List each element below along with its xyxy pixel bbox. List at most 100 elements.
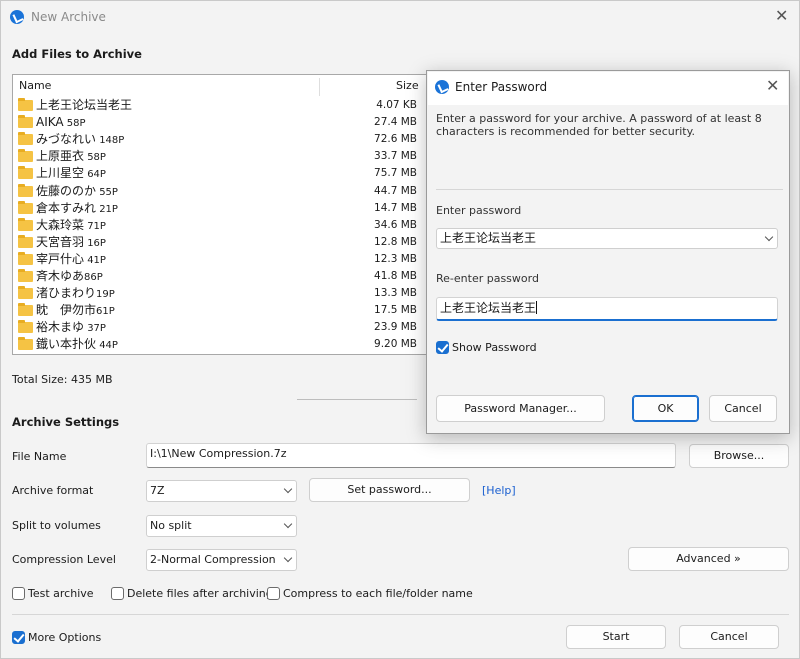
file-name-count: 55P <box>96 186 118 198</box>
folder-icon <box>18 269 33 282</box>
reenter-password-value: 上老王论坛当老王 <box>440 301 537 315</box>
file-size: 17.5 MB <box>374 304 417 317</box>
set-password-button[interactable]: Set password... <box>309 478 470 502</box>
show-password-checkbox[interactable] <box>436 341 449 354</box>
dialog-divider <box>436 189 783 190</box>
folder-icon <box>18 286 33 300</box>
file-name: AIKA 58P <box>36 114 86 132</box>
delete-files-checkbox[interactable] <box>111 587 124 600</box>
file-name-main: 眈 伊勿市 <box>36 303 97 318</box>
column-separator[interactable] <box>319 78 320 96</box>
file-name-count: 58P <box>63 118 86 130</box>
file-name-main: 鐡い本扑伙 <box>36 337 97 352</box>
advanced-button[interactable]: Advanced » <box>628 547 789 571</box>
reenter-password-label: Re-enter password <box>436 272 539 285</box>
compression-level-select[interactable]: 2-Normal Compression <box>146 549 297 571</box>
compress-each-checkbox[interactable] <box>267 587 280 600</box>
list-item[interactable]: 倉本すみれ 21P 14.7 MB <box>13 200 431 217</box>
start-button[interactable]: Start <box>566 625 666 649</box>
file-name-main: 宰戸什心 <box>36 251 85 266</box>
help-link[interactable]: [Help] <box>482 484 516 497</box>
file-name: 渚ひまわり19P <box>36 285 115 303</box>
file-size: 4.07 KB <box>376 99 417 111</box>
file-name-main: みづなれい <box>36 132 97 147</box>
list-item[interactable]: 宰戸什心 41P 12.3 MB <box>13 251 431 269</box>
file-name-main: AIKA <box>36 115 64 130</box>
folder-icon <box>18 132 33 146</box>
list-item[interactable]: 裕木まゆ 37P 23.9 MB <box>13 319 431 337</box>
file-size: 14.7 MB <box>374 201 417 214</box>
chevron-down-icon <box>283 519 293 529</box>
folder-icon <box>18 217 33 231</box>
archive-format-value: 7Z <box>150 484 165 497</box>
file-name: 宰戸什心 41P <box>36 251 106 269</box>
list-item[interactable]: 天宮音羽 16P 12.8 MB <box>13 234 431 251</box>
list-item[interactable]: 佐藤ののか 55P 44.7 MB <box>13 183 431 200</box>
compress-each-label[interactable]: Compress to each file/folder name <box>283 587 473 600</box>
file-name-count: 44P <box>96 340 118 352</box>
archive-format-select[interactable]: 7Z <box>146 480 297 502</box>
file-name-count: 71P <box>84 220 106 232</box>
column-header-size[interactable]: Size <box>396 75 419 97</box>
list-item[interactable]: 上老王论坛当老王 4.07 KB <box>13 97 431 114</box>
ok-button[interactable]: OK <box>632 395 699 422</box>
test-archive-checkbox[interactable] <box>12 587 25 600</box>
file-name-count: 37P <box>84 323 106 335</box>
list-item[interactable]: 眈 伊勿市61P 17.5 MB <box>13 302 431 320</box>
bottom-divider <box>12 614 789 615</box>
file-list[interactable]: Name Size 上老王论坛当老王 4.07 KB AIKA 58P 27.4 MB… <box>12 74 432 355</box>
file-name-input[interactable]: I:\1\New Compression.7z <box>146 443 676 468</box>
archive-format-label: Archive format <box>12 484 94 497</box>
archive-settings-heading: Archive Settings <box>12 415 120 429</box>
reenter-password-field[interactable]: 上老王论坛当老王 <box>436 297 778 321</box>
folder-icon <box>18 166 33 180</box>
list-item[interactable]: 上川星空 64P 75.7 MB <box>13 165 431 182</box>
delete-files-label[interactable]: Delete files after archiving <box>127 587 273 600</box>
password-description: Enter a password for your archive. A pas… <box>436 112 762 138</box>
test-archive-label[interactable]: Test archive <box>28 587 94 600</box>
cancel-button[interactable]: Cancel <box>679 625 779 649</box>
list-item[interactable]: 大森玲菜 71P 34.6 MB <box>13 217 431 235</box>
folder-icon <box>18 149 33 163</box>
list-item[interactable]: 渚ひまわり19P 13.3 MB <box>13 285 431 303</box>
browse-button[interactable]: Browse... <box>689 444 789 468</box>
file-name-count: 58P <box>84 152 106 164</box>
password-manager-button[interactable]: Password Manager... <box>436 395 605 422</box>
chevron-down-icon <box>283 484 293 494</box>
file-size: 75.7 MB <box>374 167 417 180</box>
folder-icon <box>18 320 33 334</box>
more-options-checkbox[interactable] <box>12 631 25 644</box>
show-password-label[interactable]: Show Password <box>452 341 537 354</box>
file-name: 大森玲菜 71P <box>36 217 106 235</box>
dialog-close-icon[interactable]: ✕ <box>766 78 779 94</box>
window-close-icon[interactable]: ✕ <box>775 8 788 24</box>
file-name: 眈 伊勿市61P <box>36 302 115 320</box>
dialog-cancel-button[interactable]: Cancel <box>709 395 777 422</box>
column-header-name[interactable]: Name <box>19 75 51 97</box>
enter-password-field[interactable]: 上老王论坛当老王 <box>436 228 778 249</box>
list-item[interactable]: 上原亜衣 58P 33.7 MB <box>13 148 431 165</box>
compression-level-value: 2-Normal Compression <box>150 553 276 566</box>
file-size: 27.4 MB <box>374 116 417 129</box>
file-name: 裕木まゆ 37P <box>36 319 106 337</box>
list-item[interactable]: 斉木ゆあ86P 41.8 MB <box>13 268 431 286</box>
file-name-main: 渚ひまわり <box>36 286 97 301</box>
file-name-main: 上川星空 <box>36 166 85 181</box>
folder-icon <box>18 303 33 317</box>
title-bar: New Archive ✕ <box>1 1 799 33</box>
file-size: 41.8 MB <box>374 270 417 282</box>
split-volumes-value: No split <box>150 519 192 532</box>
enter-password-label: Enter password <box>436 204 522 217</box>
file-name: みづなれい 148P <box>36 131 124 149</box>
file-name: 斉木ゆあ86P <box>36 268 103 286</box>
dialog-logo-icon <box>435 80 449 94</box>
chevron-down-icon[interactable] <box>764 232 774 241</box>
file-size: 34.6 MB <box>374 218 417 231</box>
list-item[interactable]: 鐡い本扑伙 44P 9.20 MB <box>13 336 431 353</box>
split-volumes-label: Split to volumes <box>12 519 101 532</box>
list-item[interactable]: AIKA 58P 27.4 MB <box>13 114 431 132</box>
list-item[interactable]: みづなれい 148P 72.6 MB <box>13 131 431 149</box>
scrollbar-thumb[interactable] <box>297 399 417 400</box>
split-volumes-select[interactable]: No split <box>146 515 297 537</box>
more-options-label[interactable]: More Options <box>28 631 101 644</box>
